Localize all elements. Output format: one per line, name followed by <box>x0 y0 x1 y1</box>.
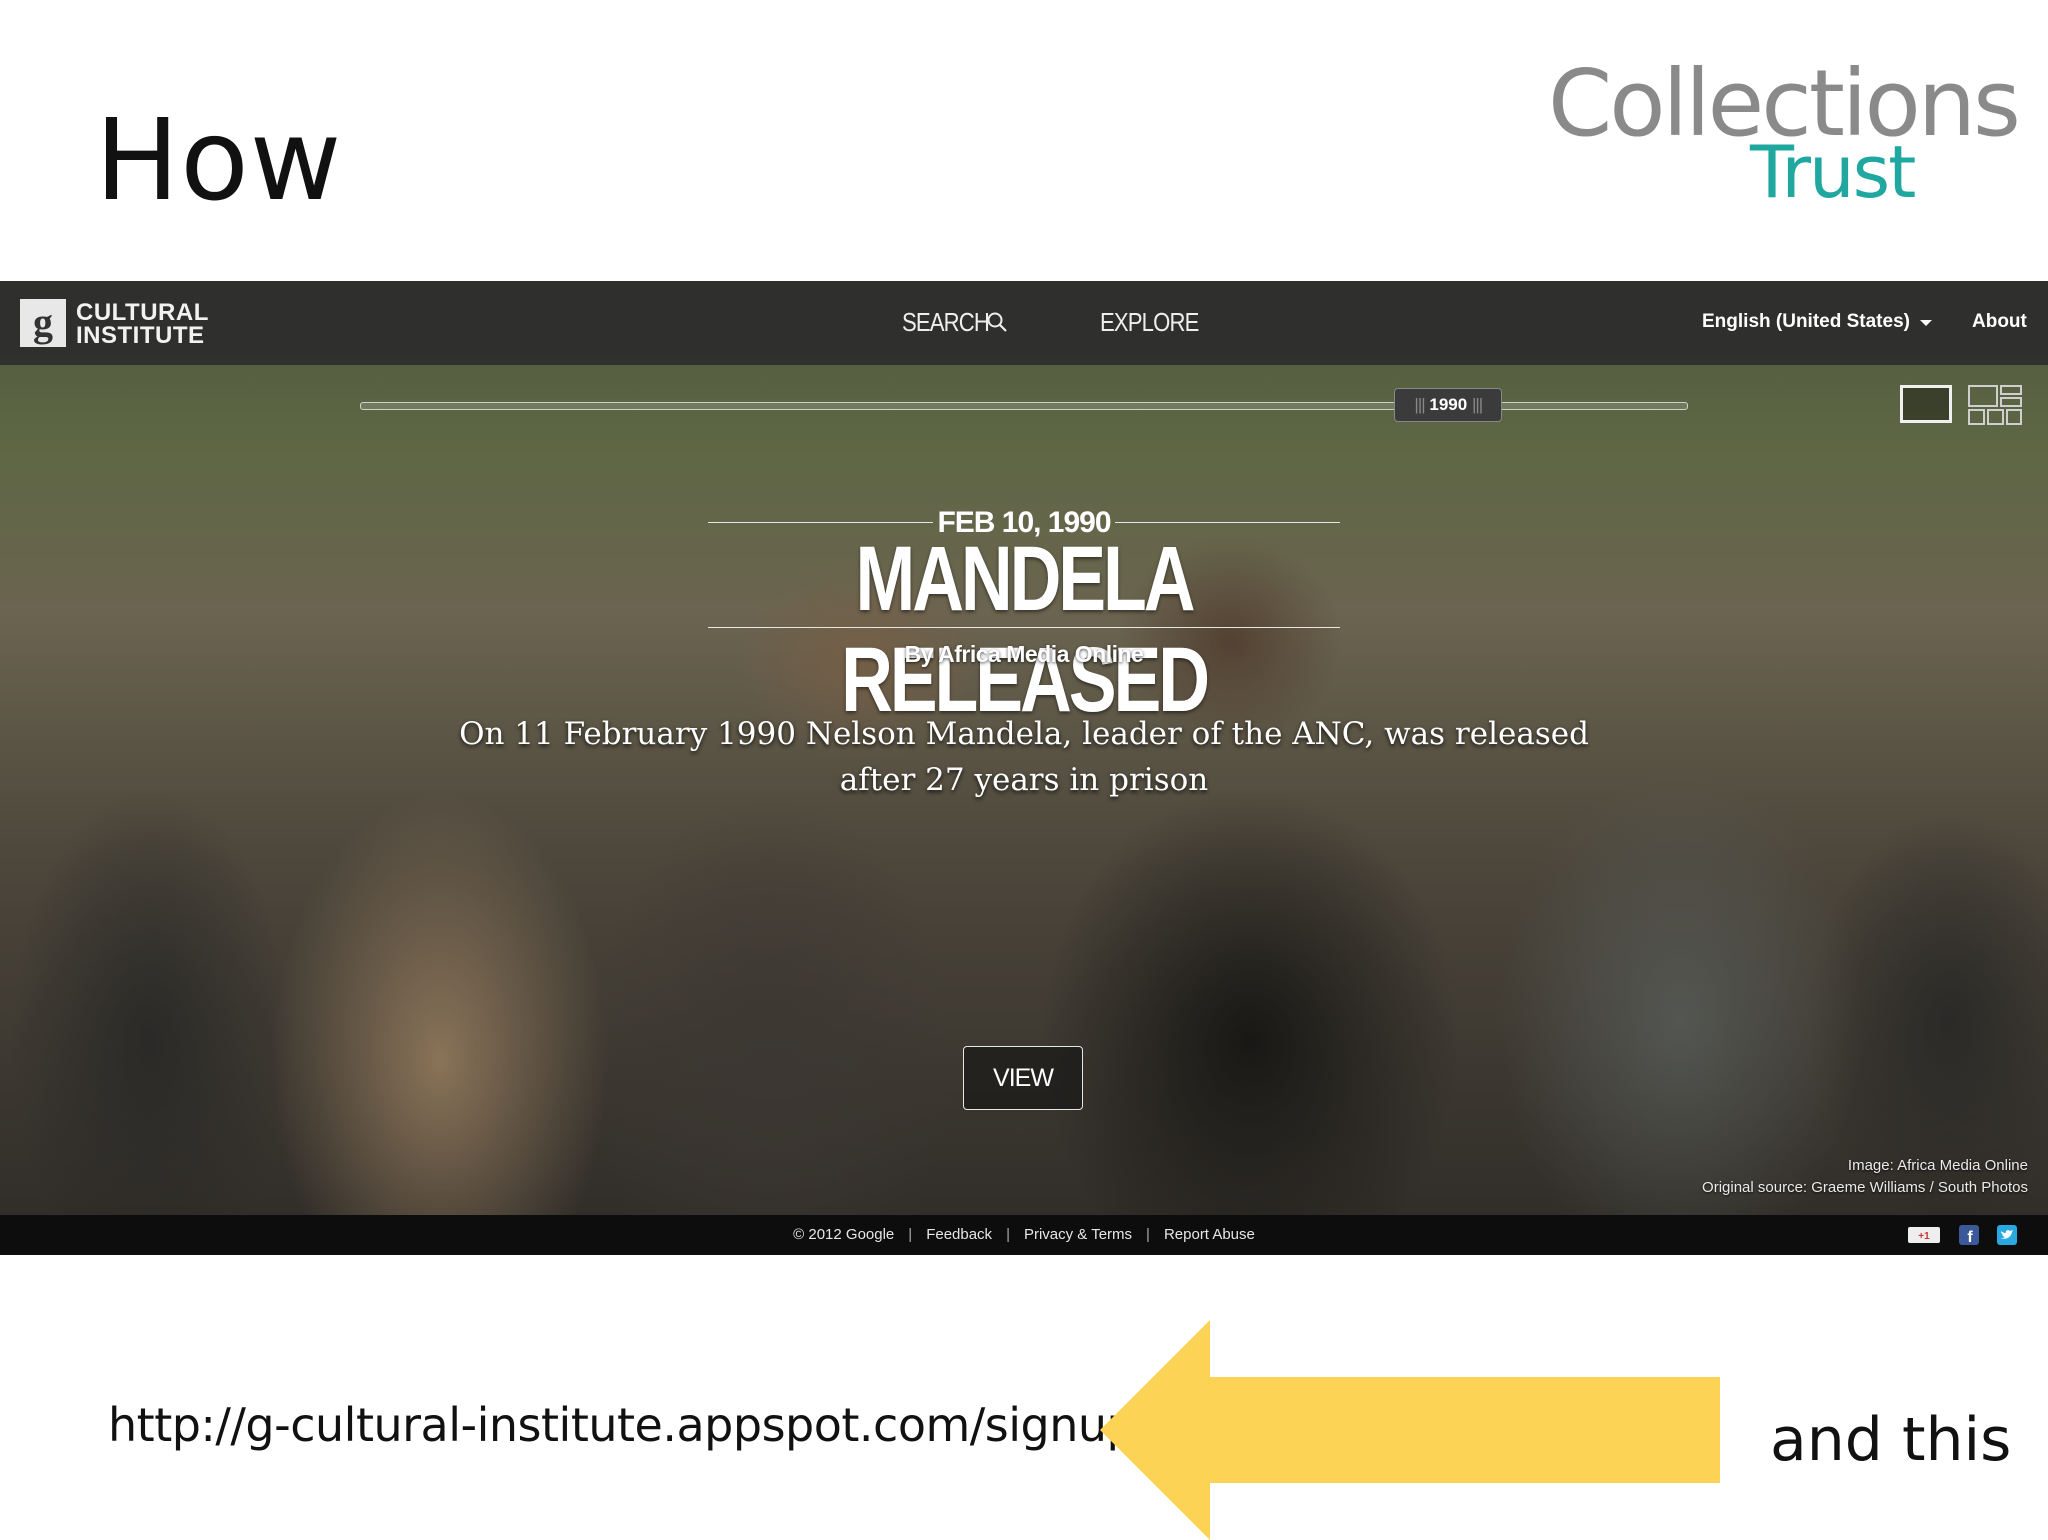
chevron-down-icon[interactable] <box>1920 320 1932 326</box>
svg-text:+1: +1 <box>1918 1231 1930 1242</box>
exhibit-title: MANDELA RELEASED <box>841 528 1210 732</box>
footer-feedback-link[interactable]: Feedback <box>926 1226 992 1243</box>
callout-text: and this <box>1770 1405 2012 1475</box>
grid-view-toggle-icon[interactable] <box>1968 385 2022 425</box>
logo-word-1: CULTURAL <box>76 299 209 326</box>
footer-report-link[interactable]: Report Abuse <box>1164 1226 1255 1243</box>
language-selector[interactable]: English (United States) <box>1702 311 1910 333</box>
exhibit-description: On 11 February 1990 Nelson Mandela, lead… <box>459 716 1589 798</box>
signup-url[interactable]: http://g-cultural-institute.appspot.com/… <box>108 1398 1136 1452</box>
credit-image: Image: Africa Media Online <box>1847 1157 2028 1174</box>
timeline-handle[interactable]: ||| 1990 ||| <box>1394 388 1503 422</box>
twitter-icon[interactable] <box>1996 1225 2018 1245</box>
google-plus-icon[interactable]: +1 <box>1908 1225 1940 1245</box>
logo-line-2: Trust <box>1750 130 1916 214</box>
footer-copyright: © 2012 Google <box>793 1226 895 1243</box>
search-icon[interactable] <box>986 311 1008 333</box>
image-credit: Image: Africa Media Online Original sour… <box>1702 1155 2028 1199</box>
nav-explore-link[interactable]: EXPLORE <box>1100 307 1199 338</box>
top-navigation-bar: g CULTURAL INSTITUTE SEARCH EXPLORE Engl… <box>0 281 2048 365</box>
credit-source: Original source: Graeme Williams / South… <box>1702 1179 2028 1196</box>
collections-trust-logo: Collections Trust <box>1548 58 2021 214</box>
left-arrow-icon <box>1100 1320 1720 1540</box>
facebook-icon[interactable]: f <box>1958 1225 1980 1245</box>
exhibit-byline[interactable]: By Africa Media Online <box>700 641 1348 668</box>
about-link[interactable]: About <box>1972 311 2027 333</box>
view-button[interactable]: VIEW <box>963 1046 1083 1110</box>
grip-icon: ||| <box>1414 395 1425 414</box>
cultural-institute-logo-icon: g <box>20 299 66 347</box>
logo-word-2: INSTITUTE <box>76 322 205 349</box>
site-footer: © 2012 Google | Feedback | Privacy & Terms | R… <box>0 1215 2048 1255</box>
single-view-toggle-icon[interactable] <box>1900 385 1952 423</box>
svg-text:f: f <box>1967 1229 1973 1245</box>
footer-privacy-link[interactable]: Privacy & Terms <box>1024 1226 1132 1243</box>
timeline-year: 1990 <box>1429 395 1468 414</box>
nav-search-link[interactable]: SEARCH <box>902 307 990 338</box>
cultural-institute-wordmark: CULTURAL INSTITUTE <box>76 299 209 349</box>
cultural-institute-logo[interactable]: g CULTURAL INSTITUTE <box>20 299 220 349</box>
title-divider <box>708 627 1340 628</box>
grip-icon: ||| <box>1471 395 1483 414</box>
cultural-institute-screenshot: g CULTURAL INSTITUTE SEARCH EXPLORE Engl… <box>0 281 2048 1255</box>
slide-title: How <box>95 96 343 226</box>
